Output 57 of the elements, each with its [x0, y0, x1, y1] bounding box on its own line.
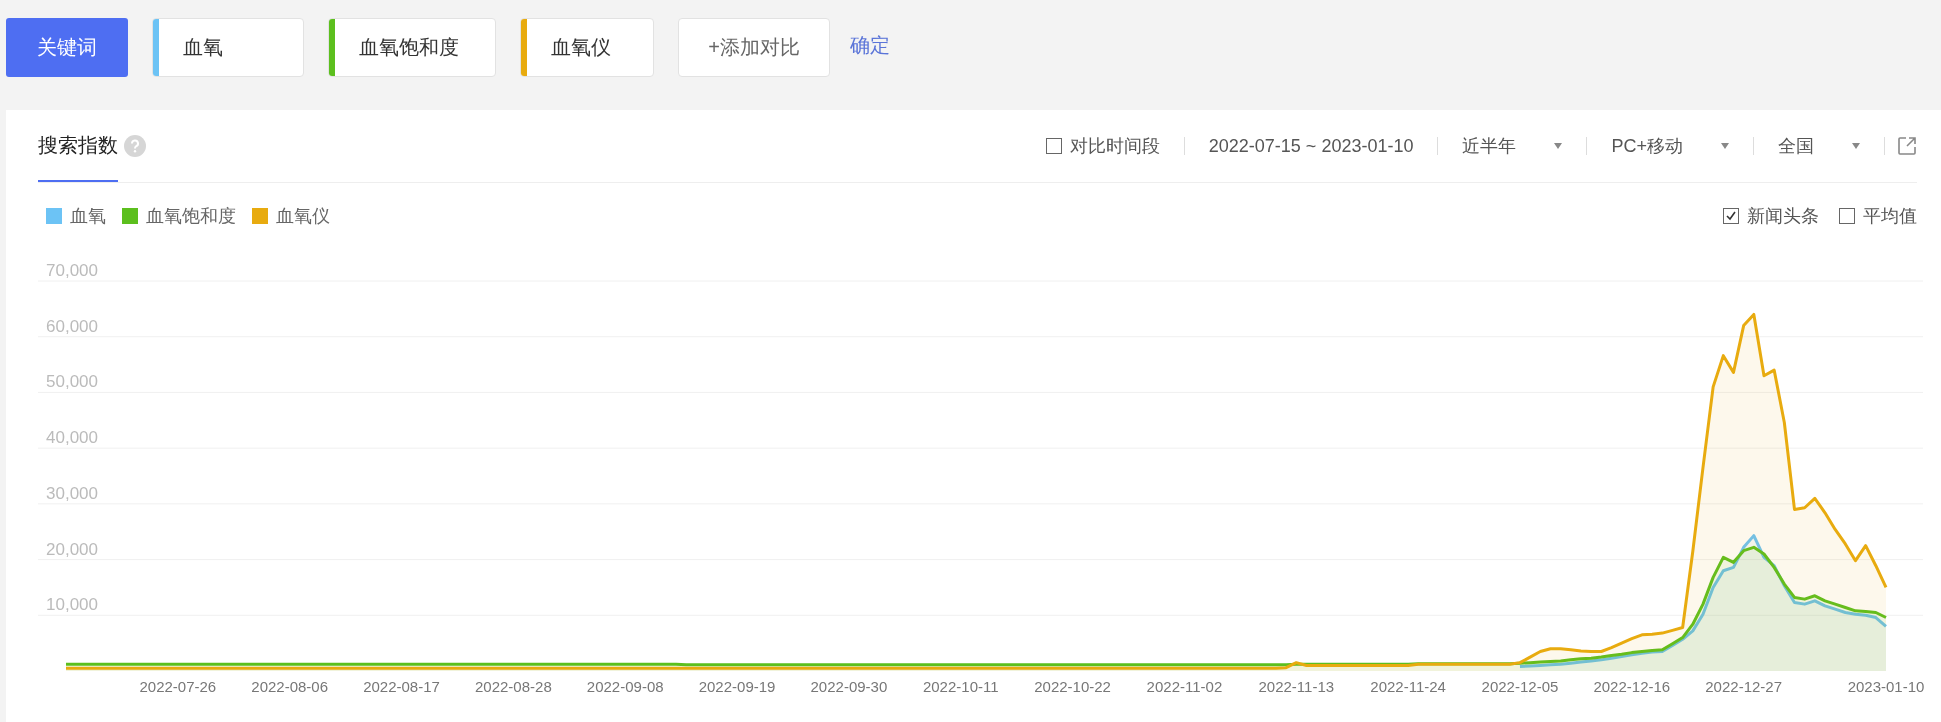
x-axis-label: 2022-11-02 [1146, 678, 1223, 695]
dropdown-value: 近半年 [1462, 135, 1517, 158]
keyword-field[interactable]: 血氧饱和度 [328, 18, 496, 77]
dropdown[interactable]: 近半年 [1438, 134, 1587, 158]
keyword-text: 血氧 [182, 35, 224, 60]
x-axis-label: 2022-12-16 [1593, 678, 1671, 695]
date-range[interactable]: 2022-07-15 ~ 2023-01-10 [1184, 135, 1438, 157]
keyword-button[interactable]: 关键词 [6, 18, 128, 77]
x-axis-label: 2022-09-19 [698, 678, 776, 695]
dropdown-value: 全国 [1778, 135, 1814, 158]
x-axis-label: 2022-11-13 [1258, 678, 1335, 695]
checkbox[interactable] [1723, 208, 1739, 224]
legend-swatch [46, 208, 62, 224]
dropdown[interactable]: PC+移动 [1587, 134, 1753, 158]
keyword-field[interactable]: 血氧仪 [520, 18, 654, 77]
y-axis-label: 40,000 [46, 428, 98, 448]
y-axis-label: 20,000 [46, 539, 98, 559]
legend-label: 血氧仪 [276, 205, 330, 228]
confirm-link[interactable]: 确定 [850, 32, 890, 59]
x-axis-label: 2022-12-27 [1705, 678, 1782, 695]
keyword-text: 血氧仪 [550, 35, 612, 60]
x-axis-label: 2022-09-08 [586, 678, 664, 695]
keyword-text: 血氧饱和度 [358, 35, 460, 60]
tab[interactable]: 搜索指数 [38, 110, 118, 182]
caret-icon [1554, 143, 1563, 149]
x-axis-label: 2022-11-24 [1370, 678, 1446, 695]
x-axis-label: 2022-08-17 [363, 678, 440, 695]
x-axis-label: 2022-12-05 [1481, 678, 1559, 695]
export-icon[interactable] [1897, 136, 1917, 156]
checkbox[interactable] [1045, 138, 1062, 154]
legend-swatch [122, 208, 138, 224]
x-axis-label: 2022-08-28 [475, 678, 552, 695]
x-axis-label: 2022-08-06 [251, 678, 329, 695]
y-axis-label: 60,000 [46, 316, 98, 336]
add-compare-button[interactable]: +添加对比 [678, 18, 830, 77]
compare-period-label: 对比时间段 [1069, 135, 1160, 158]
x-axis-label: 2022-10-22 [1034, 678, 1111, 695]
caret-icon [1721, 143, 1729, 149]
y-axis-label: 10,000 [46, 595, 98, 615]
option-label: 平均值 [1863, 205, 1917, 228]
caret-icon [1852, 143, 1860, 149]
dropdown-value: PC+移动 [1611, 135, 1683, 158]
x-axis-label: 2022-07-26 [139, 678, 217, 695]
option-label: 新闻头条 [1747, 205, 1819, 228]
legend-label: 血氧饱和度 [146, 205, 236, 228]
x-axis-label: 2022-09-30 [810, 678, 888, 695]
x-axis-label: 2022-10-11 [922, 678, 999, 695]
compare-period-toggle[interactable]: 对比时间段 [1021, 134, 1184, 158]
y-axis-label: 70,000 [46, 261, 98, 280]
y-axis-label: 50,000 [46, 372, 98, 392]
checkbox[interactable] [1839, 208, 1855, 224]
y-axis-label: 30,000 [46, 483, 98, 503]
legend-swatch [252, 208, 268, 224]
dropdown[interactable]: 全国 [1754, 134, 1884, 158]
x-axis-label: 2023-01-10 [1847, 678, 1925, 695]
legend-label: 血氧 [70, 205, 106, 228]
keyword-field[interactable]: 血氧 [152, 18, 304, 77]
